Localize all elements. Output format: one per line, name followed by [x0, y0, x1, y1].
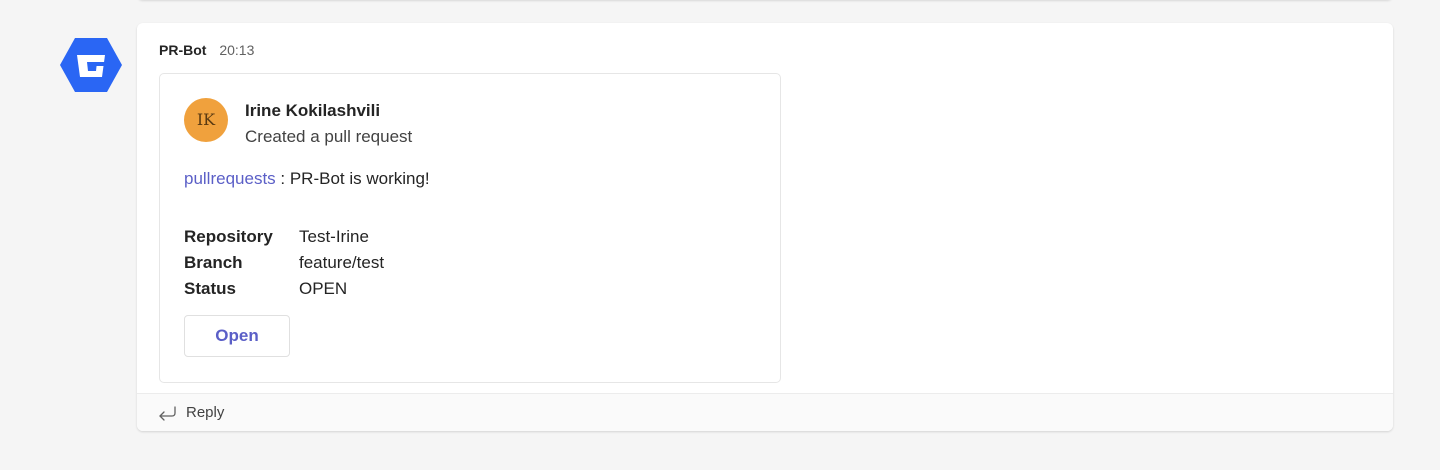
message-timestamp: 20:13	[219, 42, 255, 58]
fact-row-branch: Branch feature/test	[184, 250, 384, 276]
sender-name[interactable]: PR-Bot	[159, 42, 206, 58]
reply-label: Reply	[186, 404, 225, 421]
reply-arrow-icon	[157, 405, 177, 421]
fact-row-status: Status OPEN	[184, 276, 384, 302]
fact-value: OPEN	[299, 279, 348, 298]
fact-value: feature/test	[299, 253, 385, 272]
fact-key: Repository	[184, 227, 273, 246]
user-avatar: IK	[184, 98, 228, 142]
fact-key: Status	[184, 279, 236, 298]
activity-description: Created a pull request	[245, 127, 413, 146]
fact-key: Branch	[184, 253, 243, 272]
pr-summary: pullrequests : PR-Bot is working!	[184, 168, 430, 190]
pull-request-card: IK Irine Kokilashvili Created a pull req…	[159, 73, 781, 383]
reply-button[interactable]: Reply	[137, 393, 1393, 431]
open-button[interactable]: Open	[184, 315, 290, 357]
message-header: PR-Bot 20:13	[159, 41, 254, 59]
pr-summary-text: : PR-Bot is working!	[275, 169, 430, 188]
fact-set: Repository Test-Irine Branch feature/tes…	[184, 224, 384, 302]
fact-value: Test-Irine	[299, 227, 369, 246]
fact-row-repository: Repository Test-Irine	[184, 224, 384, 250]
user-name: Irine Kokilashvili	[245, 101, 381, 120]
pullrequests-link[interactable]: pullrequests	[184, 169, 276, 188]
bitbucket-logo-icon[interactable]	[60, 38, 122, 92]
message-container: PR-Bot 20:13 IK Irine Kokilashvili Creat…	[137, 23, 1393, 431]
